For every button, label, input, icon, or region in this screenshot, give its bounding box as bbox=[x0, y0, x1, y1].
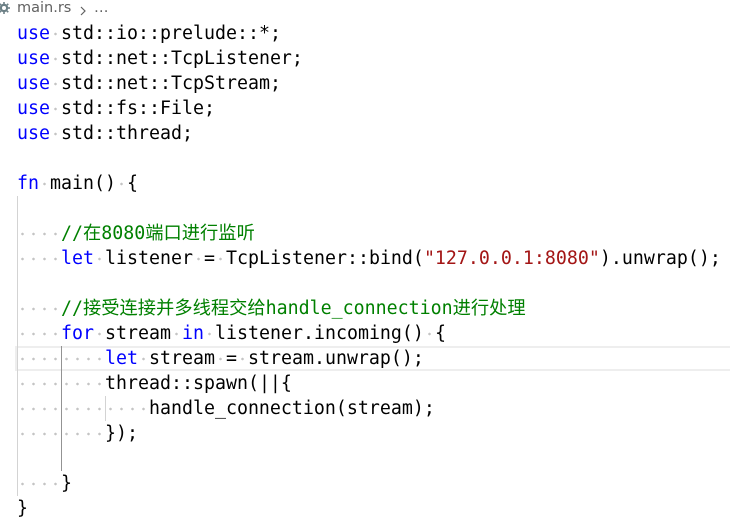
whitespace-marker[interactable] bbox=[17, 346, 105, 371]
keyword-token[interactable]: use bbox=[17, 121, 50, 146]
whitespace-marker[interactable] bbox=[50, 121, 61, 146]
code-text[interactable]: stream bbox=[149, 346, 215, 371]
code-text[interactable]: TcpListener::bind( bbox=[226, 246, 424, 271]
code-text[interactable]: std::net::TcpListener; bbox=[61, 46, 303, 71]
code-text[interactable]: } bbox=[61, 471, 72, 496]
code-line[interactable]: use std::net::TcpListener; bbox=[17, 46, 721, 71]
comment-text[interactable]: //在8080端口进行监听 bbox=[61, 221, 255, 246]
whitespace-marker[interactable] bbox=[50, 71, 61, 96]
code-line[interactable]: handle_connection(stream); bbox=[17, 396, 721, 421]
code-text[interactable]: stream.unwrap(); bbox=[248, 346, 424, 371]
keyword-token[interactable]: fn bbox=[17, 171, 39, 196]
keyword-token[interactable]: use bbox=[17, 21, 50, 46]
whitespace-marker[interactable] bbox=[94, 321, 105, 346]
chevron-right-icon bbox=[79, 4, 87, 16]
code-line[interactable] bbox=[17, 446, 721, 471]
whitespace-marker[interactable] bbox=[137, 346, 149, 371]
code-lines[interactable]: use std::io::prelude::*; use std::net::Tc… bbox=[17, 21, 721, 521]
code-line[interactable] bbox=[17, 196, 721, 221]
code-text[interactable]: std::thread; bbox=[61, 121, 193, 146]
breadcrumb-symbol-path[interactable]: … bbox=[94, 0, 109, 17]
whitespace-marker[interactable] bbox=[50, 46, 61, 71]
code-line[interactable]: use std::io::prelude::*; bbox=[17, 21, 721, 46]
code-line[interactable] bbox=[17, 271, 721, 296]
breadcrumb-file-name[interactable]: main.rs bbox=[17, 0, 71, 17]
whitespace-marker[interactable] bbox=[17, 421, 105, 446]
code-line[interactable]: }); bbox=[17, 421, 721, 446]
whitespace-marker[interactable] bbox=[236, 346, 248, 371]
keyword-token[interactable]: let bbox=[105, 346, 138, 371]
code-line[interactable]: //在8080端口进行监听 bbox=[17, 221, 721, 246]
code-text[interactable]: main() bbox=[50, 171, 116, 196]
whitespace-marker[interactable] bbox=[50, 21, 61, 46]
keyword-token[interactable]: in bbox=[182, 321, 204, 346]
keyword-token[interactable]: use bbox=[17, 71, 50, 96]
code-line[interactable]: use std::thread; bbox=[17, 121, 721, 146]
code-text[interactable]: handle_connection(stream); bbox=[149, 396, 435, 421]
code-text[interactable]: = bbox=[204, 246, 215, 271]
code-line[interactable] bbox=[17, 146, 721, 171]
whitespace-marker[interactable] bbox=[214, 246, 226, 271]
keyword-token[interactable]: let bbox=[61, 246, 94, 271]
code-line[interactable]: let listener = TcpListener::bind("127.0.… bbox=[17, 246, 721, 271]
code-text[interactable]: thread::spawn(||{ bbox=[105, 371, 292, 396]
code-text[interactable]: = bbox=[226, 346, 237, 371]
keyword-token[interactable]: use bbox=[17, 96, 50, 121]
code-line[interactable]: use std::net::TcpStream; bbox=[17, 71, 721, 96]
code-text[interactable]: listener.incoming() bbox=[215, 321, 424, 346]
whitespace-marker[interactable] bbox=[39, 171, 50, 196]
code-line[interactable]: thread::spawn(||{ bbox=[17, 371, 721, 396]
breadcrumb: main.rs … bbox=[0, 0, 730, 17]
whitespace-marker[interactable] bbox=[17, 246, 61, 271]
whitespace-marker[interactable] bbox=[17, 471, 61, 496]
code-text[interactable]: std::net::TcpStream; bbox=[61, 71, 281, 96]
code-text[interactable]: listener bbox=[105, 246, 193, 271]
whitespace-marker[interactable] bbox=[17, 221, 61, 246]
code-text[interactable]: }); bbox=[105, 421, 138, 446]
whitespace-marker[interactable] bbox=[17, 371, 105, 396]
code-text[interactable]: std::io::prelude::*; bbox=[61, 21, 281, 46]
whitespace-marker[interactable] bbox=[17, 296, 61, 321]
whitespace-marker[interactable] bbox=[203, 321, 215, 346]
code-text[interactable]: std::fs::File; bbox=[61, 96, 215, 121]
whitespace-marker[interactable] bbox=[214, 346, 226, 371]
whitespace-marker[interactable] bbox=[170, 321, 182, 346]
code-text[interactable]: { bbox=[127, 171, 138, 196]
code-text[interactable]: ).unwrap(); bbox=[600, 246, 721, 271]
whitespace-marker[interactable] bbox=[17, 321, 61, 346]
code-line[interactable]: let stream = stream.unwrap(); bbox=[17, 346, 721, 371]
whitespace-marker[interactable] bbox=[192, 246, 204, 271]
code-line[interactable]: use std::fs::File; bbox=[17, 96, 721, 121]
keyword-token[interactable]: use bbox=[17, 46, 50, 71]
whitespace-marker[interactable] bbox=[50, 96, 61, 121]
code-text[interactable]: } bbox=[17, 496, 28, 521]
comment-text[interactable]: //接受连接并多线程交给handle_connection进行处理 bbox=[61, 296, 526, 321]
whitespace-marker[interactable] bbox=[94, 246, 105, 271]
code-line[interactable]: //接受连接并多线程交给handle_connection进行处理 bbox=[17, 296, 721, 321]
code-text[interactable]: { bbox=[435, 321, 446, 346]
code-line[interactable]: fn main() { bbox=[17, 171, 721, 196]
keyword-token[interactable]: for bbox=[61, 321, 94, 346]
code-line[interactable]: for stream in listener.incoming() { bbox=[17, 321, 721, 346]
code-line[interactable]: } bbox=[17, 471, 721, 496]
whitespace-marker[interactable] bbox=[17, 396, 149, 421]
code-line[interactable]: } bbox=[17, 496, 721, 521]
whitespace-marker[interactable] bbox=[115, 171, 127, 196]
rust-file-icon bbox=[0, 2, 10, 14]
string-literal[interactable]: "127.0.0.1:8080" bbox=[424, 246, 600, 271]
code-editor[interactable]: use std::io::prelude::*; use std::net::Tc… bbox=[0, 21, 730, 529]
whitespace-marker[interactable] bbox=[423, 321, 435, 346]
code-text[interactable]: stream bbox=[105, 321, 171, 346]
